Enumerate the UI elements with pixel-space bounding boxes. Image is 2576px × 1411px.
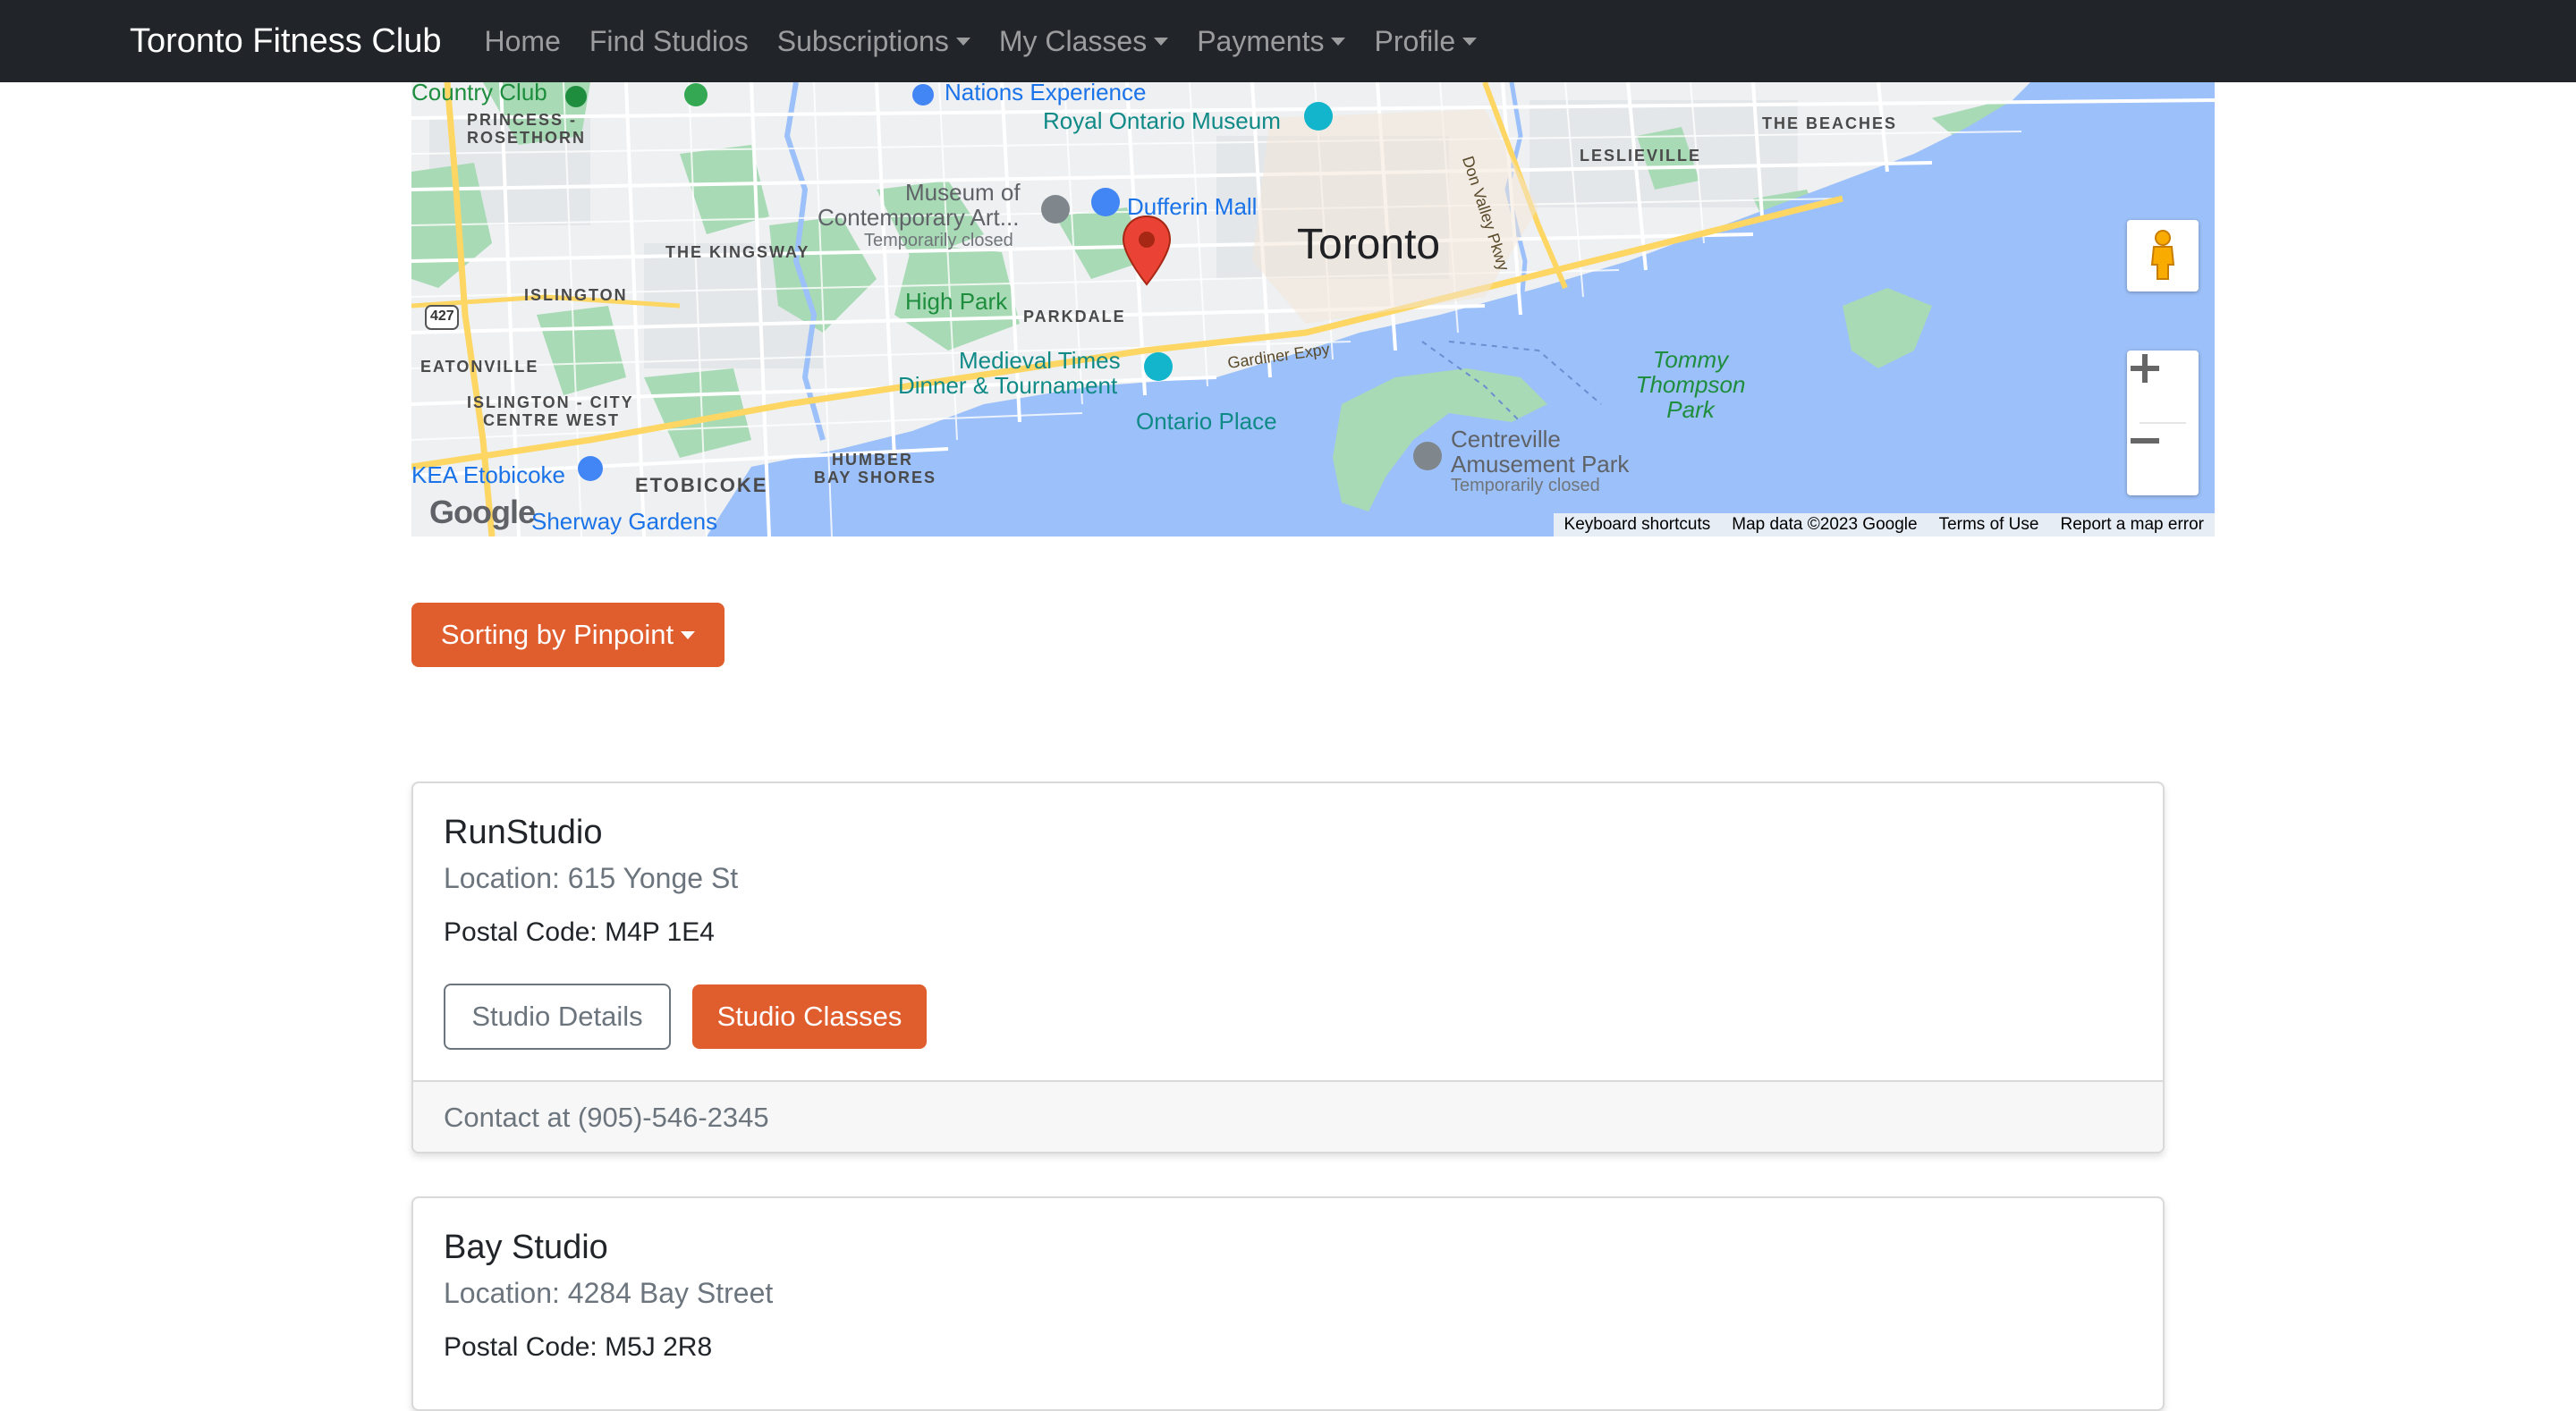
map-label: Royal Ontario Museum: [1043, 107, 1281, 134]
map-label: Museum of: [905, 179, 1021, 206]
sort-dropdown-label: Sorting by Pinpoint: [440, 619, 674, 650]
map-label: KEA Etobicoke: [411, 461, 565, 488]
zoom-in-button[interactable]: [2127, 351, 2199, 423]
map-label-line: Park: [1666, 396, 1715, 423]
nav-home[interactable]: Home: [485, 25, 561, 58]
map-label: ROSETHORN: [467, 129, 587, 147]
map-label: Temporarily closed: [1451, 476, 1600, 495]
nav-my-classes-dropdown[interactable]: My Classes: [998, 24, 1169, 58]
minus-icon: [2131, 438, 2159, 444]
map-label: THE BEACHES: [1762, 114, 1898, 132]
map-label-line: Thompson: [1635, 371, 1746, 398]
map-label: Medieval Times: [959, 347, 1121, 374]
nav-my-classes-label: My Classes: [998, 24, 1148, 57]
report-map-error-link[interactable]: Report a map error: [2049, 515, 2215, 535]
map-label: Nations Experience: [945, 82, 1147, 106]
brand-link[interactable]: Toronto Fitness Club: [130, 22, 442, 61]
keyboard-shortcuts-link[interactable]: Keyboard shortcuts: [1554, 515, 1722, 535]
map-data-text: Map data ©2023 Google: [1732, 515, 1918, 534]
map-label: High Park: [905, 288, 1008, 315]
nav-profile-label: Profile: [1374, 24, 1456, 57]
map-label: PRINCESS -: [467, 111, 578, 129]
street-view-pegman-button[interactable]: [2127, 220, 2199, 291]
studio-classes-button[interactable]: Studio Classes: [692, 984, 927, 1049]
studio-location: Location: 4284 Bay Street: [444, 1277, 774, 1309]
map-label: HUMBER: [832, 451, 913, 469]
pegman-icon: [2150, 230, 2175, 280]
nav-payments-dropdown[interactable]: Payments: [1197, 24, 1346, 58]
location-pin-icon[interactable]: [1122, 215, 1172, 286]
studio-contact: Contact at (905)-546-2345: [413, 1080, 2163, 1152]
map-label: Country Club: [411, 82, 547, 106]
studio-postal-code: Postal Code: M4P 1E4: [444, 917, 715, 947]
map-label: Ontario Place: [1136, 408, 1277, 435]
caret-down-icon: [1331, 37, 1346, 46]
nav-payments-label: Payments: [1197, 24, 1325, 57]
map-label: Centreville: [1451, 426, 1561, 452]
nav-find-studios[interactable]: Find Studios: [589, 25, 749, 58]
map-label: CENTRE WEST: [483, 411, 621, 429]
map-label: Sherway Gardens: [531, 508, 718, 535]
caret-down-icon: [1154, 37, 1169, 46]
caret-down-icon: [955, 37, 970, 46]
map-label: Contemporary Art...: [818, 204, 1020, 231]
highway-shield-label: 427: [430, 308, 454, 324]
map-label: LESLIEVILLE: [1580, 147, 1702, 165]
map-tiles[interactable]: [411, 82, 2215, 537]
nav-profile-dropdown[interactable]: Profile: [1374, 24, 1478, 58]
nav-subscriptions-label: Subscriptions: [776, 24, 949, 57]
map-label: ETOBICOKE: [635, 474, 768, 496]
studio-name: RunStudio: [444, 814, 603, 851]
sort-dropdown-button[interactable]: Sorting by Pinpoint: [411, 603, 724, 667]
google-logo: Google: [429, 494, 536, 530]
terms-of-use-link[interactable]: Terms of Use: [1928, 515, 2050, 535]
map-label: Dufferin Mall: [1127, 193, 1258, 220]
caret-down-icon: [681, 630, 696, 639]
map-label: EATONVILLE: [420, 358, 539, 376]
map-label: PARKDALE: [1023, 308, 1126, 325]
map-attribution: Keyboard shortcuts Map data ©2023 Google…: [1553, 513, 2215, 537]
map-label: Temporarily closed: [864, 231, 1013, 250]
map-label: ISLINGTON - CITY: [467, 393, 634, 411]
studio-name: Bay Studio: [444, 1229, 608, 1266]
zoom-controls: [2127, 351, 2199, 495]
studio-card: Bay Studio Location: 4284 Bay Street Pos…: [411, 1196, 2165, 1411]
map-label: BAY SHORES: [814, 469, 937, 486]
map-label-line: Tommy: [1652, 346, 1729, 373]
google-map[interactable]: Country Club Nations Experience Royal On…: [411, 82, 2215, 537]
nav-find-studios-label: Find Studios: [589, 24, 749, 57]
plus-icon: [2131, 354, 2159, 383]
map-label: Dinner & Tournament: [898, 372, 1118, 399]
zoom-out-button[interactable]: [2127, 423, 2199, 495]
studio-details-button[interactable]: Studio Details: [444, 984, 671, 1050]
studio-postal-code: Postal Code: M5J 2R8: [444, 1332, 713, 1362]
nav-home-label: Home: [484, 24, 561, 57]
navbar: Toronto Fitness Club Home Find Studios S…: [0, 0, 2576, 82]
map-city-label: Toronto: [1297, 221, 1441, 268]
studio-card: RunStudio Location: 615 Yonge St Postal …: [411, 782, 2165, 1153]
map-label: ISLINGTON: [524, 286, 628, 304]
map-label: THE KINGSWAY: [665, 243, 810, 261]
map-label: Amusement Park: [1451, 451, 1630, 477]
map-label: Tommy Thompson Park: [1628, 347, 1753, 422]
caret-down-icon: [1462, 37, 1478, 46]
studio-location: Location: 615 Yonge St: [444, 862, 739, 894]
nav-subscriptions-dropdown[interactable]: Subscriptions: [777, 25, 970, 58]
